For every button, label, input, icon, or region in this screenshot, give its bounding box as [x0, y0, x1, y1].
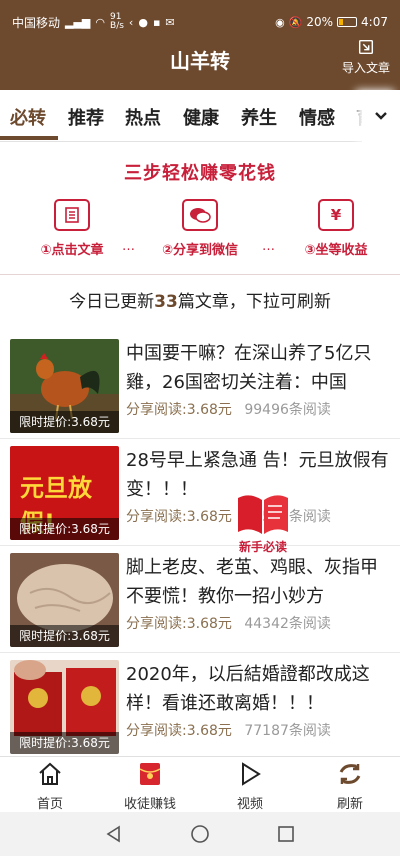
step-dots: … [262, 239, 275, 254]
article-title: 中国要干嘛？在深山养了5亿只雞，26国密切关注着：中国 [126, 343, 372, 393]
page-title: 山羊转 [170, 49, 230, 73]
rooster-image: 限时提价:3.68元 [10, 339, 119, 433]
red-envelope-icon [139, 763, 161, 785]
step-label: ③坐等收益 [304, 243, 368, 258]
clock: 4:07 [361, 15, 388, 29]
tab-3[interactable]: 健康 [183, 104, 219, 130]
tab-0[interactable]: 必转 [10, 104, 46, 130]
step-label: ②分享到微信 [161, 243, 238, 258]
update-count: 33 [154, 292, 178, 312]
tab-5[interactable]: 情感 [299, 104, 335, 130]
system-nav-bar [0, 812, 400, 856]
wechat-icon [182, 199, 218, 231]
promo-banner[interactable]: 三步轻松赚零花钱 ①点击文章 … ②分享到微信 … ¥ ③坐等收益 [0, 143, 400, 275]
marriage-certificate-image: 限时提价:3.68元 [10, 660, 119, 754]
read-count: 77187条阅读 [244, 723, 331, 739]
article-meta: 分享阅读:3.68元 76589条阅读 [126, 506, 331, 526]
holiday-sign-image: 元旦放假! 限时提价:3.68元 [10, 446, 119, 540]
nav-refresh[interactable]: 刷新 [300, 761, 400, 812]
article-item[interactable]: 元旦放假! 限时提价:3.68元 28号早上紧急通 告！元旦放假有变！！！ 分享… [0, 446, 400, 546]
active-tab-indicator [0, 136, 58, 140]
nav-video[interactable]: 视频 [200, 761, 300, 812]
tab-1[interactable]: 推荐 [68, 104, 104, 130]
book-icon [238, 495, 288, 534]
nav-recruit[interactable]: 收徒赚钱 [100, 761, 200, 812]
thumb-price-label: 限时提价:3.68元 [10, 732, 119, 754]
back-arrow-icon: ‹ [128, 15, 134, 29]
mail-icon: ✉ [165, 15, 175, 29]
thumb-price-label: 限时提价:3.68元 [10, 411, 119, 433]
newbie-label: 新手必读 [238, 540, 287, 554]
article-item[interactable]: 限时提价:3.68元 脚上老皮、老茧、鸡眼、灰指甲不要慌！教你一招小妙方 分享阅… [0, 553, 400, 653]
step-wait-income: ¥ ③坐等收益 [281, 199, 391, 258]
tabs-expand-button[interactable] [362, 90, 400, 142]
article-title: 2020年，以后結婚證都改成这样！看谁还敢离婚！！！ [126, 664, 370, 714]
carrier-name: 中国移动 [12, 15, 61, 30]
app-header: 中国移动 ▂▄▆ ◠ 91 B/s ‹ ● ▪ ✉ ◉ 🔕 20% 4:07 山… [0, 0, 400, 90]
import-label: 导入文章 [341, 61, 390, 75]
article-icon [54, 199, 90, 231]
article-title: 脚上老皮、老茧、鸡眼、灰指甲不要慌！教你一招小妙方 [126, 557, 378, 607]
foot-skin-image: 限时提价:3.68元 [10, 553, 119, 647]
wifi-icon: ◠ [95, 15, 106, 29]
nav-home[interactable]: 首页 [0, 761, 100, 812]
import-article-button[interactable]: 导入文章 [342, 38, 390, 76]
update-notice: 今日已更新33篇文章，下拉可刷新 [69, 292, 331, 312]
promo-title: 三步轻松赚零花钱 [124, 163, 276, 184]
article-meta: 分享阅读:3.68元 44342条阅读 [126, 613, 331, 633]
home-icon [39, 762, 61, 785]
newbie-guide-button[interactable]: 新手必读 [232, 490, 294, 556]
battery-percent: 20% [306, 15, 334, 29]
play-icon [242, 762, 261, 786]
step-click-article: ①点击文章 [17, 199, 127, 258]
step-label: ①点击文章 [40, 243, 104, 258]
step-share-wechat: ②分享到微信 [145, 199, 255, 258]
article-item[interactable]: 限时提价:3.68元 2020年，以后結婚證都改成这样！看谁还敢离婚！！！ 分享… [0, 660, 400, 760]
home-circle-icon[interactable] [190, 824, 210, 844]
thumb-price-label: 限时提价:3.68元 [10, 518, 119, 540]
yen-icon: ¥ [318, 199, 354, 231]
article-meta: 分享阅读:3.68元 99496条阅读 [126, 399, 331, 419]
tab-2[interactable]: 热点 [125, 104, 161, 130]
step-dots: … [122, 239, 135, 254]
back-triangle-icon[interactable] [104, 824, 124, 844]
qq-icon: ● [138, 15, 148, 29]
share-reward: 分享阅读:3.68元 [126, 402, 232, 418]
article-item[interactable]: 限时提价:3.68元 中国要干嘛？在深山养了5亿只雞，26国密切关注着：中国 分… [0, 339, 400, 439]
mute-icon: 🔕 [288, 15, 303, 29]
app-notify-icon: ▪ [152, 15, 161, 29]
bottom-nav: 首页 收徒赚钱 视频 刷新 [0, 756, 400, 812]
eye-icon: ◉ [275, 15, 285, 29]
import-icon [358, 39, 374, 55]
signal-icon: ▂▄▆ [65, 15, 91, 29]
chevron-down-icon [375, 112, 387, 120]
share-reward: 分享阅读:3.68元 [126, 616, 232, 632]
article-meta: 分享阅读:3.68元 77187条阅读 [126, 720, 331, 740]
network-speed: 91 B/s [110, 12, 124, 31]
read-count: 99496条阅读 [244, 402, 331, 418]
share-reward: 分享阅读:3.68元 [126, 723, 232, 739]
read-count: 44342条阅读 [244, 616, 331, 632]
category-tabs: 必转 推荐 热点 健康 养生 情感 育 [0, 90, 400, 142]
recents-square-icon[interactable] [276, 824, 296, 844]
share-reward: 分享阅读:3.68元 [126, 509, 232, 525]
tab-4[interactable]: 养生 [241, 104, 277, 130]
battery-icon [337, 17, 358, 27]
refresh-icon [339, 764, 361, 784]
status-bar: 中国移动 ▂▄▆ ◠ 91 B/s ‹ ● ▪ ✉ ◉ 🔕 20% 4:07 [0, 0, 400, 44]
thumb-price-label: 限时提价:3.68元 [10, 625, 119, 647]
